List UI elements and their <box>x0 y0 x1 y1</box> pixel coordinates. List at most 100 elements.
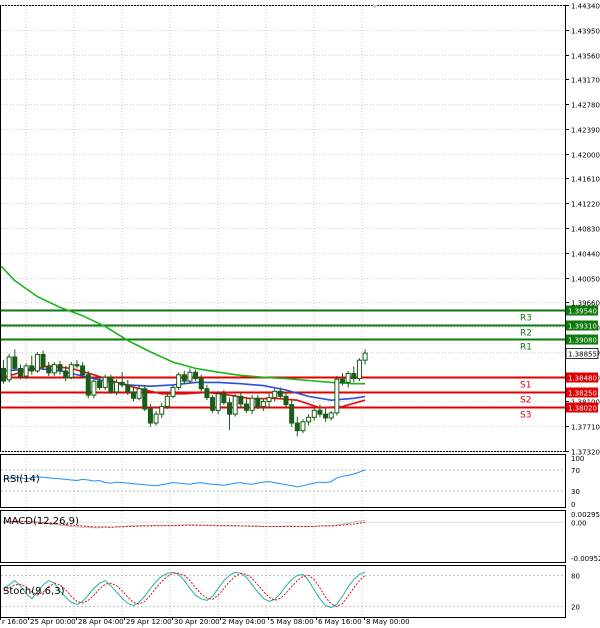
candle-body-up <box>23 365 29 377</box>
candle-body-down <box>221 393 227 404</box>
candle-body-up <box>300 421 306 432</box>
time-tick-label: 6 May 16:00 <box>318 618 362 626</box>
candle-body-down <box>46 366 52 374</box>
candle-body-down <box>119 381 125 386</box>
candle-body-down <box>1 367 6 382</box>
candle-body-down <box>80 365 86 376</box>
candle-body-down <box>283 395 289 406</box>
candle-body-down <box>108 376 114 393</box>
price-tick-label: 1.43950 <box>571 28 600 36</box>
candle <box>289 400 295 427</box>
candle <box>210 395 216 413</box>
candle <box>176 372 182 391</box>
price-tick-label: 1.42390 <box>571 127 600 135</box>
candle <box>68 362 74 380</box>
candle-body-up <box>232 395 238 415</box>
candle-body-down <box>238 395 244 405</box>
level-price-label: 1.39080 <box>568 337 597 345</box>
candle <box>102 374 108 391</box>
candle-body-down <box>193 371 199 380</box>
price-tick-label: 1.43170 <box>571 77 600 85</box>
level-price-label: 1.38480 <box>568 375 597 383</box>
candle <box>334 376 340 416</box>
forex-chart: 1.44340 1.43950 1.43560 1.43170 1.42780 1.423… <box>0 3 600 626</box>
price-tick-label: 1.42000 <box>571 152 600 160</box>
candle <box>34 351 40 373</box>
candle <box>85 370 91 399</box>
candle-body-down <box>323 413 329 419</box>
candle-body-up <box>6 356 12 381</box>
candle-body-down <box>255 397 261 408</box>
candle-body-down <box>181 374 187 382</box>
candle-body-down <box>142 388 148 410</box>
stoch-label: Stoch(9,6,3) <box>3 586 65 597</box>
candle-body-down <box>57 364 63 372</box>
level-price-label: 1.38250 <box>568 390 597 398</box>
candle-body-up <box>266 397 272 402</box>
candle-body-down <box>243 403 249 411</box>
panel-frame-stoch <box>0 565 566 618</box>
candle <box>108 374 114 394</box>
candle-body-up <box>356 359 362 380</box>
candle-body-up <box>311 409 317 418</box>
macd-tick-label: 0.002952 <box>571 511 600 519</box>
candle-body-up <box>164 395 170 408</box>
candle <box>6 353 12 383</box>
panel-frame-macd <box>0 510 566 563</box>
candle-body-down <box>130 391 136 399</box>
price-tick-label: 1.43560 <box>571 53 600 61</box>
price-tick-label: 1.42780 <box>571 102 600 110</box>
candle-body-down <box>210 397 216 411</box>
level-price-label: 1.38020 <box>568 405 597 413</box>
candle-body-up <box>345 372 351 383</box>
candle-body-up <box>215 393 221 411</box>
time-tick-label: 8 May 00:00 <box>366 618 410 626</box>
candle-body-down <box>289 404 295 424</box>
panel-frame-rsi <box>0 454 566 508</box>
stoch-tick-label: 80 <box>571 572 580 580</box>
rsi-tick-label: 100 <box>571 455 584 463</box>
rsi-label: RSI(14) <box>3 474 40 485</box>
candle-body-up <box>114 381 119 393</box>
price-tick-label: 1.37710 <box>571 424 600 432</box>
candle-body-down <box>340 378 345 383</box>
candle-body-down <box>351 372 357 380</box>
candle-body-up <box>187 371 193 382</box>
rsi-tick-label: 30 <box>571 488 580 496</box>
candle-body-up <box>176 374 182 388</box>
macd-tick-label: -0.009528 <box>571 555 600 563</box>
candle-body-up <box>51 364 57 374</box>
price-tick-label: 1.40050 <box>571 276 600 284</box>
level-price-label: 1.39540 <box>568 308 597 316</box>
time-tick-label: 5 May 08:00 <box>270 618 314 626</box>
time-tick-label: 28 Apr 04:00 <box>78 618 124 626</box>
candle-body-up <box>334 378 340 414</box>
time-tick-label: r 16:00 <box>2 618 27 626</box>
candle-body-down <box>85 374 91 396</box>
candle-body-down <box>317 409 323 415</box>
rsi-tick-label: 70 <box>571 467 580 475</box>
candle-body-up <box>34 353 40 372</box>
level-name-r3: R3 <box>520 314 532 324</box>
macd-label: MACD(12,26,9) <box>3 516 79 527</box>
candle-body-up <box>136 388 142 399</box>
current-price-label: 1.38855 <box>568 351 597 359</box>
candle-body-up <box>306 416 312 423</box>
candle-body-down <box>277 390 283 397</box>
price-tick-label: 1.40440 <box>571 251 600 259</box>
candle-body-down <box>227 402 232 415</box>
candle <box>356 358 362 382</box>
candle <box>232 393 238 417</box>
candle-body-down <box>63 370 69 378</box>
candle <box>164 393 170 410</box>
price-tick-label: 1.41220 <box>571 201 600 209</box>
candle-body-up <box>260 400 266 408</box>
macd-tick-label: 0.00 <box>571 519 587 527</box>
candle-body-down <box>17 367 23 377</box>
candle-body-up <box>249 397 255 411</box>
level-name-r1: R1 <box>520 343 532 353</box>
candle-body-down <box>97 380 103 388</box>
candle-body-down <box>29 365 35 372</box>
candle-body-down <box>198 378 204 390</box>
level-name-s2: S2 <box>520 396 531 406</box>
